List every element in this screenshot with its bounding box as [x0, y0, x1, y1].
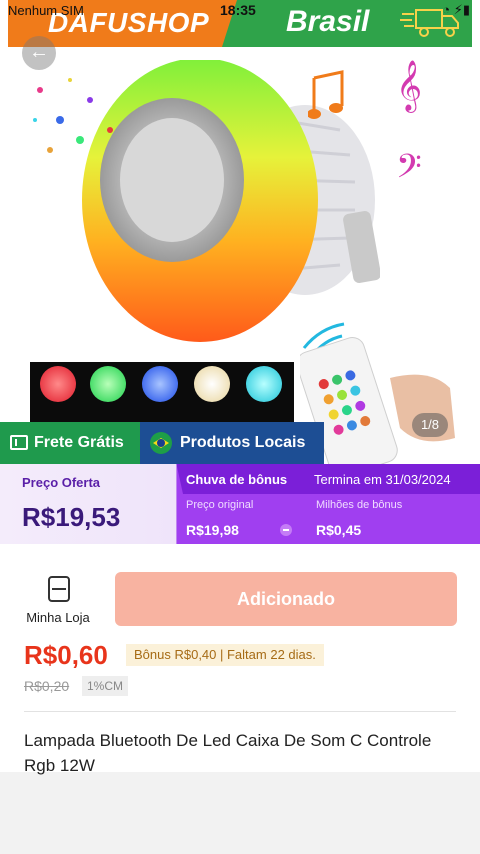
swatch-cyan [246, 366, 282, 402]
purchase-panel: Minha Loja Adicionado R$0,60 Bônus R$0,4… [0, 544, 480, 775]
free-shipping-tag: Frete Grátis [0, 422, 140, 464]
treble-clef-icon: 𝄞 [396, 60, 423, 111]
original-price-label: Preço original [186, 499, 254, 511]
music-note-icon [308, 70, 344, 119]
my-store-label: Minha Loja [26, 610, 90, 625]
remote-control-image [300, 322, 455, 466]
status-bar: Nenhum SIM 18:35 ◔ ⚡▮ [0, 0, 480, 22]
local-products-label: Produtos Locais [180, 434, 306, 451]
clock: 18:35 [220, 2, 256, 18]
free-shipping-label: Frete Grátis [34, 434, 124, 451]
millions-bonus-value: R$0,45 [316, 522, 362, 538]
music-notes-splash [33, 78, 113, 153]
bass-clef-icon: 𝄢 [396, 148, 422, 194]
original-price-value: R$19,98 [186, 522, 239, 538]
color-swatches-image [30, 362, 294, 422]
bonus-note: Bônus R$0,40 | Faltam 22 dias. [126, 644, 324, 666]
product-title: Lampada Bluetooth De Led Caixa De Som C … [24, 731, 432, 775]
brazil-flag-icon [150, 432, 172, 454]
carrier-label: Nenhum SIM [8, 3, 84, 18]
offer-price: R$19,53 [22, 502, 121, 532]
shipping-box-icon [10, 435, 28, 450]
old-price: R$0,20 [24, 678, 70, 694]
battery-icon: ◔ ⚡▮ [442, 2, 470, 17]
current-price: R$0,60 [24, 640, 108, 670]
bonus-rain-end-date: Termina em 31/03/2024 [314, 472, 451, 487]
millions-bonus-label: Milhões de bônus [316, 499, 403, 511]
product-page: DAFUSHOP Brasil Nenhum SIM 18:35 ◔ ⚡▮ ← [0, 0, 480, 854]
divider [24, 711, 456, 712]
commission-badge: 1%CM [82, 676, 129, 696]
swatch-red [40, 366, 76, 402]
store-icon [48, 576, 70, 602]
image-counter: 1/8 [412, 413, 448, 437]
added-button[interactable]: Adicionado [115, 572, 457, 626]
price-bar: Preço Oferta R$19,53 Chuva de bônus Term… [0, 464, 480, 544]
offer-label: Preço Oferta [22, 475, 101, 490]
swatch-blue [142, 366, 178, 402]
local-products-tag: Produtos Locais [140, 422, 324, 464]
bonus-rain-title: Chuva de bônus [186, 472, 288, 487]
my-store-button[interactable]: Minha Loja [22, 574, 94, 630]
product-image-gallery[interactable]: DAFUSHOP Brasil Nenhum SIM 18:35 ◔ ⚡▮ ← [0, 0, 480, 466]
swatch-white [194, 366, 230, 402]
swatch-green [90, 366, 126, 402]
offer-price-block: Preço Oferta R$19,53 [0, 464, 176, 544]
minus-icon [280, 524, 292, 536]
